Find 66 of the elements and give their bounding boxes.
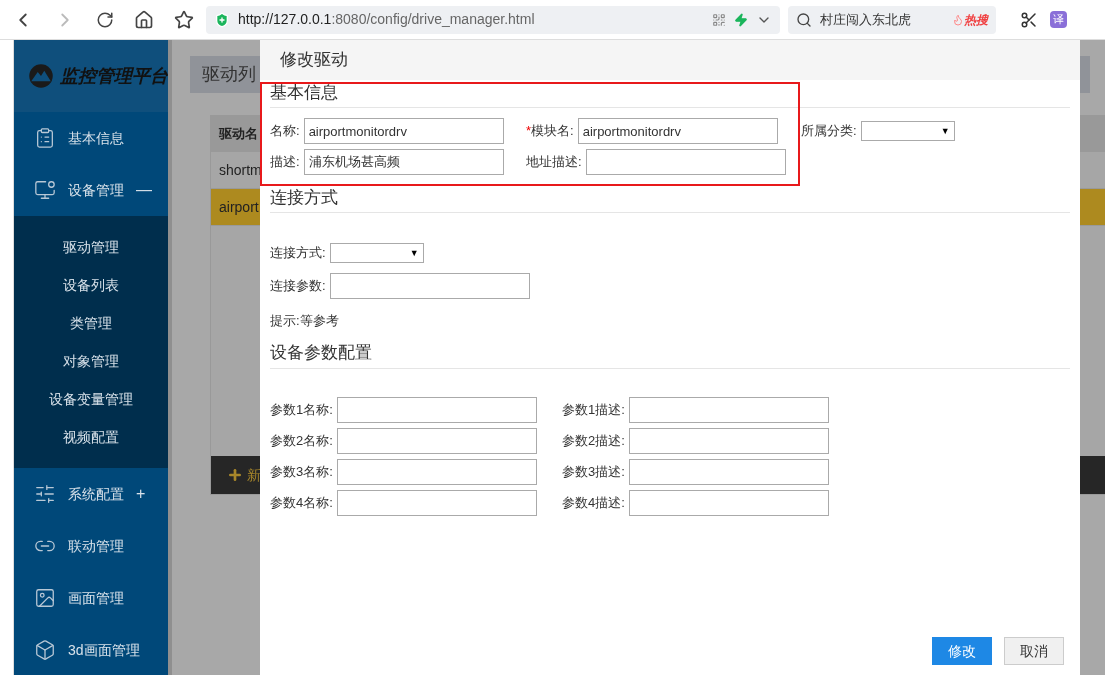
search-text: 村庄闯入东北虎	[820, 10, 912, 29]
sidebar-item[interactable]: 画面管理	[14, 572, 168, 624]
input-field[interactable]	[336, 489, 537, 516]
toggle-sign[interactable]: +	[136, 482, 146, 506]
section-title: 设备参数配置	[270, 342, 372, 364]
reload-icon[interactable]	[96, 10, 114, 29]
submenu-item[interactable]: 类管理	[14, 304, 168, 342]
input-field[interactable]	[628, 427, 829, 454]
section-title: 连接方式	[270, 186, 338, 209]
field-label: 参数2名称:	[270, 431, 333, 450]
sidebar-item[interactable]: 基本信息	[14, 112, 168, 164]
input-field[interactable]	[628, 489, 829, 516]
plus-icon	[227, 467, 243, 483]
field-label: 所属分类:	[801, 122, 857, 141]
input-field[interactable]	[336, 458, 537, 485]
toggle-sign[interactable]: —	[136, 178, 152, 202]
field-label: 连接方式:	[270, 244, 326, 263]
dialog-title: 修改驱动	[280, 49, 348, 72]
lightning-icon[interactable]	[734, 12, 748, 27]
translate-button[interactable]: 译	[1050, 11, 1067, 28]
sidebar-item[interactable]: 3d画面管理	[14, 624, 168, 675]
input-field[interactable]	[336, 396, 537, 423]
field-label: 参数2描述:	[562, 431, 625, 450]
submit-button[interactable]: 修改	[932, 637, 992, 665]
search-box[interactable]: 村庄闯入东北虎 热搜	[788, 5, 996, 34]
field-label: 名称:	[270, 122, 300, 141]
submenu-item[interactable]: 驱动管理	[14, 228, 168, 266]
submenu-item[interactable]: 对象管理	[14, 342, 168, 380]
submenu-item[interactable]: 视频配置	[14, 418, 168, 456]
input-field[interactable]: airportmonitordrv	[577, 118, 778, 144]
search-icon	[796, 11, 812, 28]
sidebar-item[interactable]: 联动管理	[14, 520, 168, 572]
field-label: 地址描述:	[526, 153, 582, 172]
dropdown[interactable]: ▼	[329, 243, 424, 263]
app-title: 监控管理平台	[60, 64, 168, 88]
hint-text: 提示:等参考	[270, 312, 340, 330]
input-field[interactable]	[628, 396, 829, 423]
input-field[interactable]	[628, 458, 829, 485]
submenu-item[interactable]: 设备变量管理	[14, 380, 168, 418]
address-bar[interactable]: http://127.0.0.1:8080/config/drive_manager.html	[206, 5, 780, 34]
input-field[interactable]: 浦东机场甚高频	[303, 149, 504, 175]
input-field[interactable]	[329, 273, 530, 299]
field-label: 描述:	[270, 153, 300, 172]
field-label: 参数4描述:	[562, 493, 625, 512]
qr-code-icon[interactable]	[712, 12, 726, 27]
field-label: *模块名:	[526, 122, 574, 141]
field-label: 参数4名称:	[270, 493, 333, 512]
input-field[interactable]	[585, 149, 786, 175]
field-label: 参数3名称:	[270, 462, 333, 481]
bookmark-icon[interactable]	[174, 9, 194, 30]
input-field[interactable]	[336, 427, 537, 454]
field-label: 参数3描述:	[562, 462, 625, 481]
field-label: 连接参数:	[270, 277, 326, 296]
dropdown[interactable]: ▼	[860, 121, 955, 141]
section-title: 基本信息	[270, 81, 338, 104]
sidebar-item[interactable]: 系统配置 +	[14, 468, 168, 520]
scissors-icon[interactable]	[1020, 10, 1038, 29]
home-icon[interactable]	[134, 9, 154, 30]
shield-icon	[214, 11, 230, 28]
sidebar-item[interactable]: 设备管理 —	[14, 164, 168, 216]
cancel-button[interactable]: 取消	[1004, 637, 1064, 665]
submenu-item[interactable]: 设备列表	[14, 266, 168, 304]
field-label: 参数1描述:	[562, 400, 625, 419]
input-field[interactable]: airportmonitordrv	[303, 118, 504, 144]
field-label: 参数1名称:	[270, 400, 333, 419]
url-text: http://127.0.0.1:8080/config/drive_manager.html	[238, 10, 536, 29]
